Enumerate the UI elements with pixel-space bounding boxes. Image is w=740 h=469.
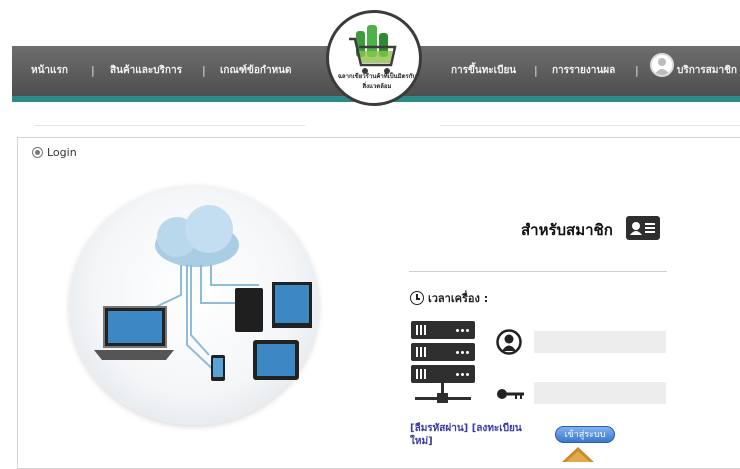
nav-separator: | xyxy=(202,64,206,77)
nav-item-registration[interactable]: การขึ้นทะเบียน xyxy=(451,46,516,96)
site-logo[interactable]: ฉลากเขียวร้านค้าที่เป็นมิตรกับสิ่งแวดล้อ… xyxy=(326,10,422,106)
user-icon xyxy=(496,329,522,355)
cloud-network-icon xyxy=(94,205,312,381)
nav-item-home[interactable]: หน้าแรก xyxy=(31,46,68,96)
nav-item-reports[interactable]: การรายงานผล xyxy=(552,46,615,96)
clock-row: เวลาเครื่อง : xyxy=(410,289,488,307)
clock-label: เวลาเครื่อง : xyxy=(428,292,489,305)
member-divider xyxy=(409,271,667,272)
nav-separator: | xyxy=(534,64,538,77)
divider xyxy=(440,125,740,126)
forgot-password-link[interactable]: [ลืมรหัสผ่าน] xyxy=(410,423,468,434)
nav-item-products[interactable]: สินค้าและบริการ xyxy=(110,46,182,96)
radio-icon xyxy=(32,147,43,158)
server-unit xyxy=(411,343,475,361)
nav-separator: | xyxy=(91,64,95,77)
server-node xyxy=(437,393,448,403)
key-icon xyxy=(496,386,526,400)
server-unit xyxy=(411,321,475,339)
logo-caption: ฉลากเขียวร้านค้าที่เป็นมิตรกับสิ่งแวดล้อ… xyxy=(337,73,417,90)
divider xyxy=(35,125,305,126)
password-input[interactable] xyxy=(534,382,666,404)
member-card-icon xyxy=(626,216,660,240)
login-button[interactable]: เข้าสู่ระบบ xyxy=(555,426,615,443)
member-title: สำหรับสมาชิก xyxy=(521,221,613,239)
login-panel: Login สำหรับสมาชิก เวลาเครื่อง: [ลืมรหั… xyxy=(17,137,740,469)
server-unit xyxy=(411,365,475,383)
username-input[interactable] xyxy=(534,331,666,353)
nav-item-member-services[interactable]: บริการสมาชิก xyxy=(677,46,737,96)
nav-separator: | xyxy=(635,64,639,77)
login-tab[interactable]: Login xyxy=(32,146,77,159)
cloud-network-illustration xyxy=(69,185,319,425)
nav-item-criteria[interactable]: เกณฑ์ข้อกำหนด xyxy=(220,46,291,96)
server-icon xyxy=(411,321,481,411)
pointer-arrow-highlight xyxy=(566,451,590,462)
login-tab-label: Login xyxy=(47,146,77,159)
clock-icon xyxy=(410,291,424,305)
account-links: [ลืมรหัสผ่าน] [ลงทะเบียนใหม่] xyxy=(410,422,540,448)
member-avatar-icon[interactable] xyxy=(650,53,674,77)
